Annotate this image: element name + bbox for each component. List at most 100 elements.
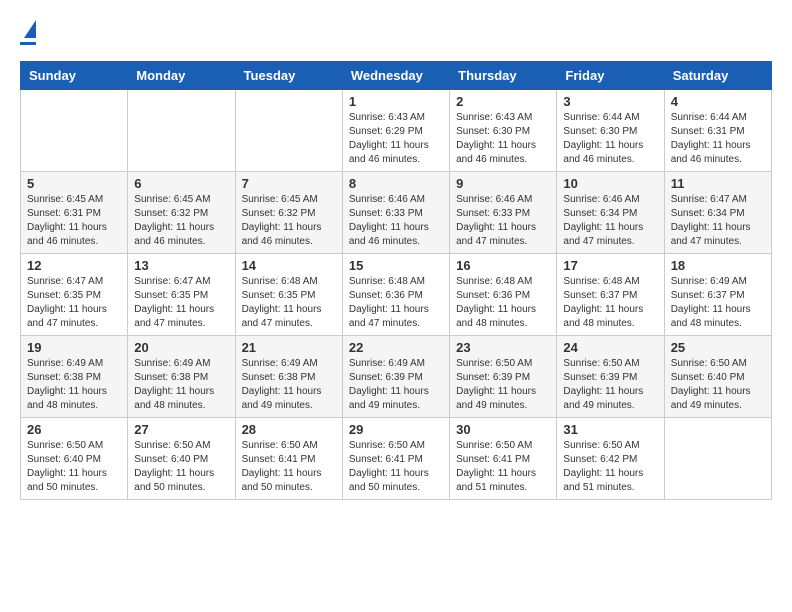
day-info: Sunrise: 6:43 AM Sunset: 6:30 PM Dayligh…	[456, 111, 550, 167]
weekday-header: Sunday	[21, 62, 128, 90]
calendar-cell: 2 Sunrise: 6:43 AM Sunset: 6:30 PM Daylig…	[450, 90, 557, 172]
logo	[20, 20, 36, 45]
day-number: 16	[456, 258, 550, 273]
day-info: Sunrise: 6:48 AM Sunset: 6:36 PM Dayligh…	[349, 275, 443, 331]
day-info: Sunrise: 6:46 AM Sunset: 6:33 PM Dayligh…	[349, 193, 443, 249]
day-number: 6	[134, 176, 228, 191]
day-info: Sunrise: 6:50 AM Sunset: 6:41 PM Dayligh…	[349, 439, 443, 495]
day-number: 27	[134, 422, 228, 437]
calendar-cell: 9 Sunrise: 6:46 AM Sunset: 6:33 PM Daylig…	[450, 172, 557, 254]
day-number: 4	[671, 94, 765, 109]
day-info: Sunrise: 6:49 AM Sunset: 6:38 PM Dayligh…	[134, 357, 228, 413]
day-info: Sunrise: 6:48 AM Sunset: 6:37 PM Dayligh…	[563, 275, 657, 331]
day-info: Sunrise: 6:50 AM Sunset: 6:39 PM Dayligh…	[563, 357, 657, 413]
weekday-header: Thursday	[450, 62, 557, 90]
day-number: 13	[134, 258, 228, 273]
day-number: 25	[671, 340, 765, 355]
day-number: 28	[242, 422, 336, 437]
day-number: 19	[27, 340, 121, 355]
day-number: 22	[349, 340, 443, 355]
calendar-cell: 12 Sunrise: 6:47 AM Sunset: 6:35 PM Dayli…	[21, 254, 128, 336]
day-number: 17	[563, 258, 657, 273]
calendar-cell: 8 Sunrise: 6:46 AM Sunset: 6:33 PM Daylig…	[342, 172, 449, 254]
day-number: 30	[456, 422, 550, 437]
day-info: Sunrise: 6:50 AM Sunset: 6:42 PM Dayligh…	[563, 439, 657, 495]
calendar-cell	[235, 90, 342, 172]
calendar-cell: 4Sunrise: 6:44 AM Sunset: 6:31 PM Daylig…	[664, 90, 771, 172]
calendar-week-row: 12 Sunrise: 6:47 AM Sunset: 6:35 PM Dayli…	[21, 254, 772, 336]
calendar-cell: 26 Sunrise: 6:50 AM Sunset: 6:40 PM Dayli…	[21, 418, 128, 500]
day-number: 24	[563, 340, 657, 355]
day-number: 23	[456, 340, 550, 355]
page-header	[20, 20, 772, 45]
day-info: Sunrise: 6:44 AM Sunset: 6:30 PM Dayligh…	[563, 111, 657, 167]
day-number: 26	[27, 422, 121, 437]
day-info: Sunrise: 6:45 AM Sunset: 6:31 PM Dayligh…	[27, 193, 121, 249]
day-info: Sunrise: 6:45 AM Sunset: 6:32 PM Dayligh…	[134, 193, 228, 249]
calendar-week-row: 26 Sunrise: 6:50 AM Sunset: 6:40 PM Dayli…	[21, 418, 772, 500]
calendar-cell: 5 Sunrise: 6:45 AM Sunset: 6:31 PM Daylig…	[21, 172, 128, 254]
day-info: Sunrise: 6:50 AM Sunset: 6:41 PM Dayligh…	[242, 439, 336, 495]
day-number: 21	[242, 340, 336, 355]
day-info: Sunrise: 6:49 AM Sunset: 6:38 PM Dayligh…	[242, 357, 336, 413]
calendar-cell: 18 Sunrise: 6:49 AM Sunset: 6:37 PM Dayli…	[664, 254, 771, 336]
calendar-cell	[664, 418, 771, 500]
calendar-cell: 28 Sunrise: 6:50 AM Sunset: 6:41 PM Dayli…	[235, 418, 342, 500]
day-number: 20	[134, 340, 228, 355]
day-number: 3	[563, 94, 657, 109]
calendar-cell: 17 Sunrise: 6:48 AM Sunset: 6:37 PM Dayli…	[557, 254, 664, 336]
calendar-cell: 23Sunrise: 6:50 AM Sunset: 6:39 PM Dayli…	[450, 336, 557, 418]
day-number: 8	[349, 176, 443, 191]
weekday-header: Monday	[128, 62, 235, 90]
calendar-cell: 27Sunrise: 6:50 AM Sunset: 6:40 PM Dayli…	[128, 418, 235, 500]
day-info: Sunrise: 6:46 AM Sunset: 6:34 PM Dayligh…	[563, 193, 657, 249]
day-number: 2	[456, 94, 550, 109]
day-number: 11	[671, 176, 765, 191]
day-info: Sunrise: 6:47 AM Sunset: 6:35 PM Dayligh…	[27, 275, 121, 331]
weekday-header: Tuesday	[235, 62, 342, 90]
calendar-cell: 25Sunrise: 6:50 AM Sunset: 6:40 PM Dayli…	[664, 336, 771, 418]
calendar-cell: 22 Sunrise: 6:49 AM Sunset: 6:39 PM Dayli…	[342, 336, 449, 418]
day-info: Sunrise: 6:49 AM Sunset: 6:37 PM Dayligh…	[671, 275, 765, 331]
calendar-cell: 30 Sunrise: 6:50 AM Sunset: 6:41 PM Dayli…	[450, 418, 557, 500]
day-info: Sunrise: 6:45 AM Sunset: 6:32 PM Dayligh…	[242, 193, 336, 249]
day-number: 10	[563, 176, 657, 191]
calendar-cell: 16 Sunrise: 6:48 AM Sunset: 6:36 PM Dayli…	[450, 254, 557, 336]
calendar-cell: 3 Sunrise: 6:44 AM Sunset: 6:30 PM Daylig…	[557, 90, 664, 172]
day-info: Sunrise: 6:50 AM Sunset: 6:40 PM Dayligh…	[27, 439, 121, 495]
calendar-week-row: 5 Sunrise: 6:45 AM Sunset: 6:31 PM Daylig…	[21, 172, 772, 254]
calendar-cell: 11Sunrise: 6:47 AM Sunset: 6:34 PM Dayli…	[664, 172, 771, 254]
day-info: Sunrise: 6:43 AM Sunset: 6:29 PM Dayligh…	[349, 111, 443, 167]
calendar-cell: 29Sunrise: 6:50 AM Sunset: 6:41 PM Dayli…	[342, 418, 449, 500]
calendar-cell: 6 Sunrise: 6:45 AM Sunset: 6:32 PM Daylig…	[128, 172, 235, 254]
day-number: 7	[242, 176, 336, 191]
logo-triangle-icon	[24, 20, 36, 38]
day-number: 15	[349, 258, 443, 273]
day-info: Sunrise: 6:49 AM Sunset: 6:38 PM Dayligh…	[27, 357, 121, 413]
day-info: Sunrise: 6:48 AM Sunset: 6:36 PM Dayligh…	[456, 275, 550, 331]
weekday-header: Friday	[557, 62, 664, 90]
calendar-header-row: SundayMondayTuesdayWednesdayThursdayFrid…	[21, 62, 772, 90]
calendar-cell	[21, 90, 128, 172]
calendar-table: SundayMondayTuesdayWednesdayThursdayFrid…	[20, 61, 772, 500]
calendar-week-row: 19 Sunrise: 6:49 AM Sunset: 6:38 PM Dayli…	[21, 336, 772, 418]
calendar-cell: 15 Sunrise: 6:48 AM Sunset: 6:36 PM Dayli…	[342, 254, 449, 336]
day-number: 14	[242, 258, 336, 273]
day-info: Sunrise: 6:49 AM Sunset: 6:39 PM Dayligh…	[349, 357, 443, 413]
day-number: 9	[456, 176, 550, 191]
day-number: 18	[671, 258, 765, 273]
day-info: Sunrise: 6:47 AM Sunset: 6:35 PM Dayligh…	[134, 275, 228, 331]
day-info: Sunrise: 6:46 AM Sunset: 6:33 PM Dayligh…	[456, 193, 550, 249]
day-number: 12	[27, 258, 121, 273]
calendar-cell: 24 Sunrise: 6:50 AM Sunset: 6:39 PM Dayli…	[557, 336, 664, 418]
day-info: Sunrise: 6:50 AM Sunset: 6:41 PM Dayligh…	[456, 439, 550, 495]
calendar-cell: 14Sunrise: 6:48 AM Sunset: 6:35 PM Dayli…	[235, 254, 342, 336]
calendar-cell: 19 Sunrise: 6:49 AM Sunset: 6:38 PM Dayli…	[21, 336, 128, 418]
calendar-cell: 1Sunrise: 6:43 AM Sunset: 6:29 PM Daylig…	[342, 90, 449, 172]
day-number: 5	[27, 176, 121, 191]
weekday-header: Wednesday	[342, 62, 449, 90]
day-number: 31	[563, 422, 657, 437]
calendar-week-row: 1Sunrise: 6:43 AM Sunset: 6:29 PM Daylig…	[21, 90, 772, 172]
weekday-header: Saturday	[664, 62, 771, 90]
calendar-cell: 31 Sunrise: 6:50 AM Sunset: 6:42 PM Dayli…	[557, 418, 664, 500]
